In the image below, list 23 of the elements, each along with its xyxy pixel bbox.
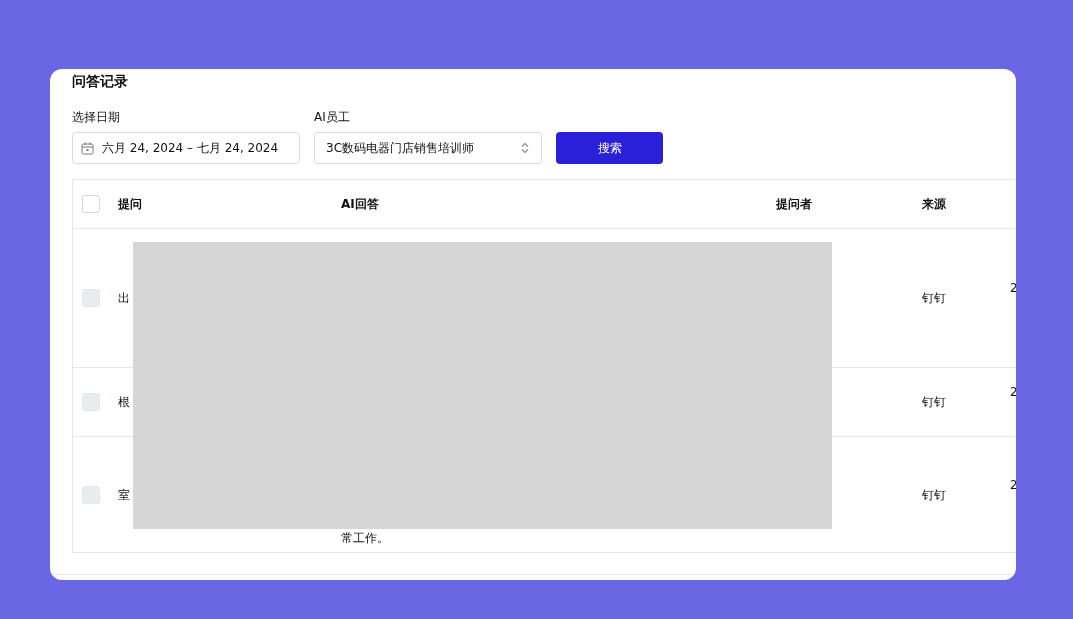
column-header: 提问者 (776, 195, 812, 213)
column-header: 提问 (118, 195, 142, 213)
table-cell: 钉钉 (922, 486, 946, 504)
employee-label: AI员工 (314, 109, 351, 126)
table-cell: 常工作。 (341, 530, 389, 547)
page-title: 问答记录 (72, 73, 129, 91)
employee-select[interactable]: 3C数码电器门店销售培训师 (314, 132, 542, 164)
chevron-updown-icon (521, 142, 529, 154)
column-header: 来源 (922, 195, 946, 213)
date-range-field[interactable]: 六月 24, 2024 – 七月 24, 2024 (72, 132, 300, 164)
search-button[interactable]: 搜索 (556, 132, 663, 164)
select-all-checkbox[interactable] (82, 195, 100, 213)
table-cell: 2 (1010, 478, 1016, 492)
calendar-icon (81, 141, 94, 155)
column-header: AI回答 (341, 195, 379, 213)
table-cell: 2 (1010, 281, 1016, 295)
table-cell: 2 (1010, 385, 1016, 399)
table-cell: 出 (118, 289, 130, 307)
table-cell: 室 (118, 486, 130, 504)
table-cell: 钉钉 (922, 289, 946, 307)
table-cell: 根 (118, 393, 130, 411)
date-label: 选择日期 (72, 109, 121, 126)
table-cell: 钉钉 (922, 393, 946, 411)
